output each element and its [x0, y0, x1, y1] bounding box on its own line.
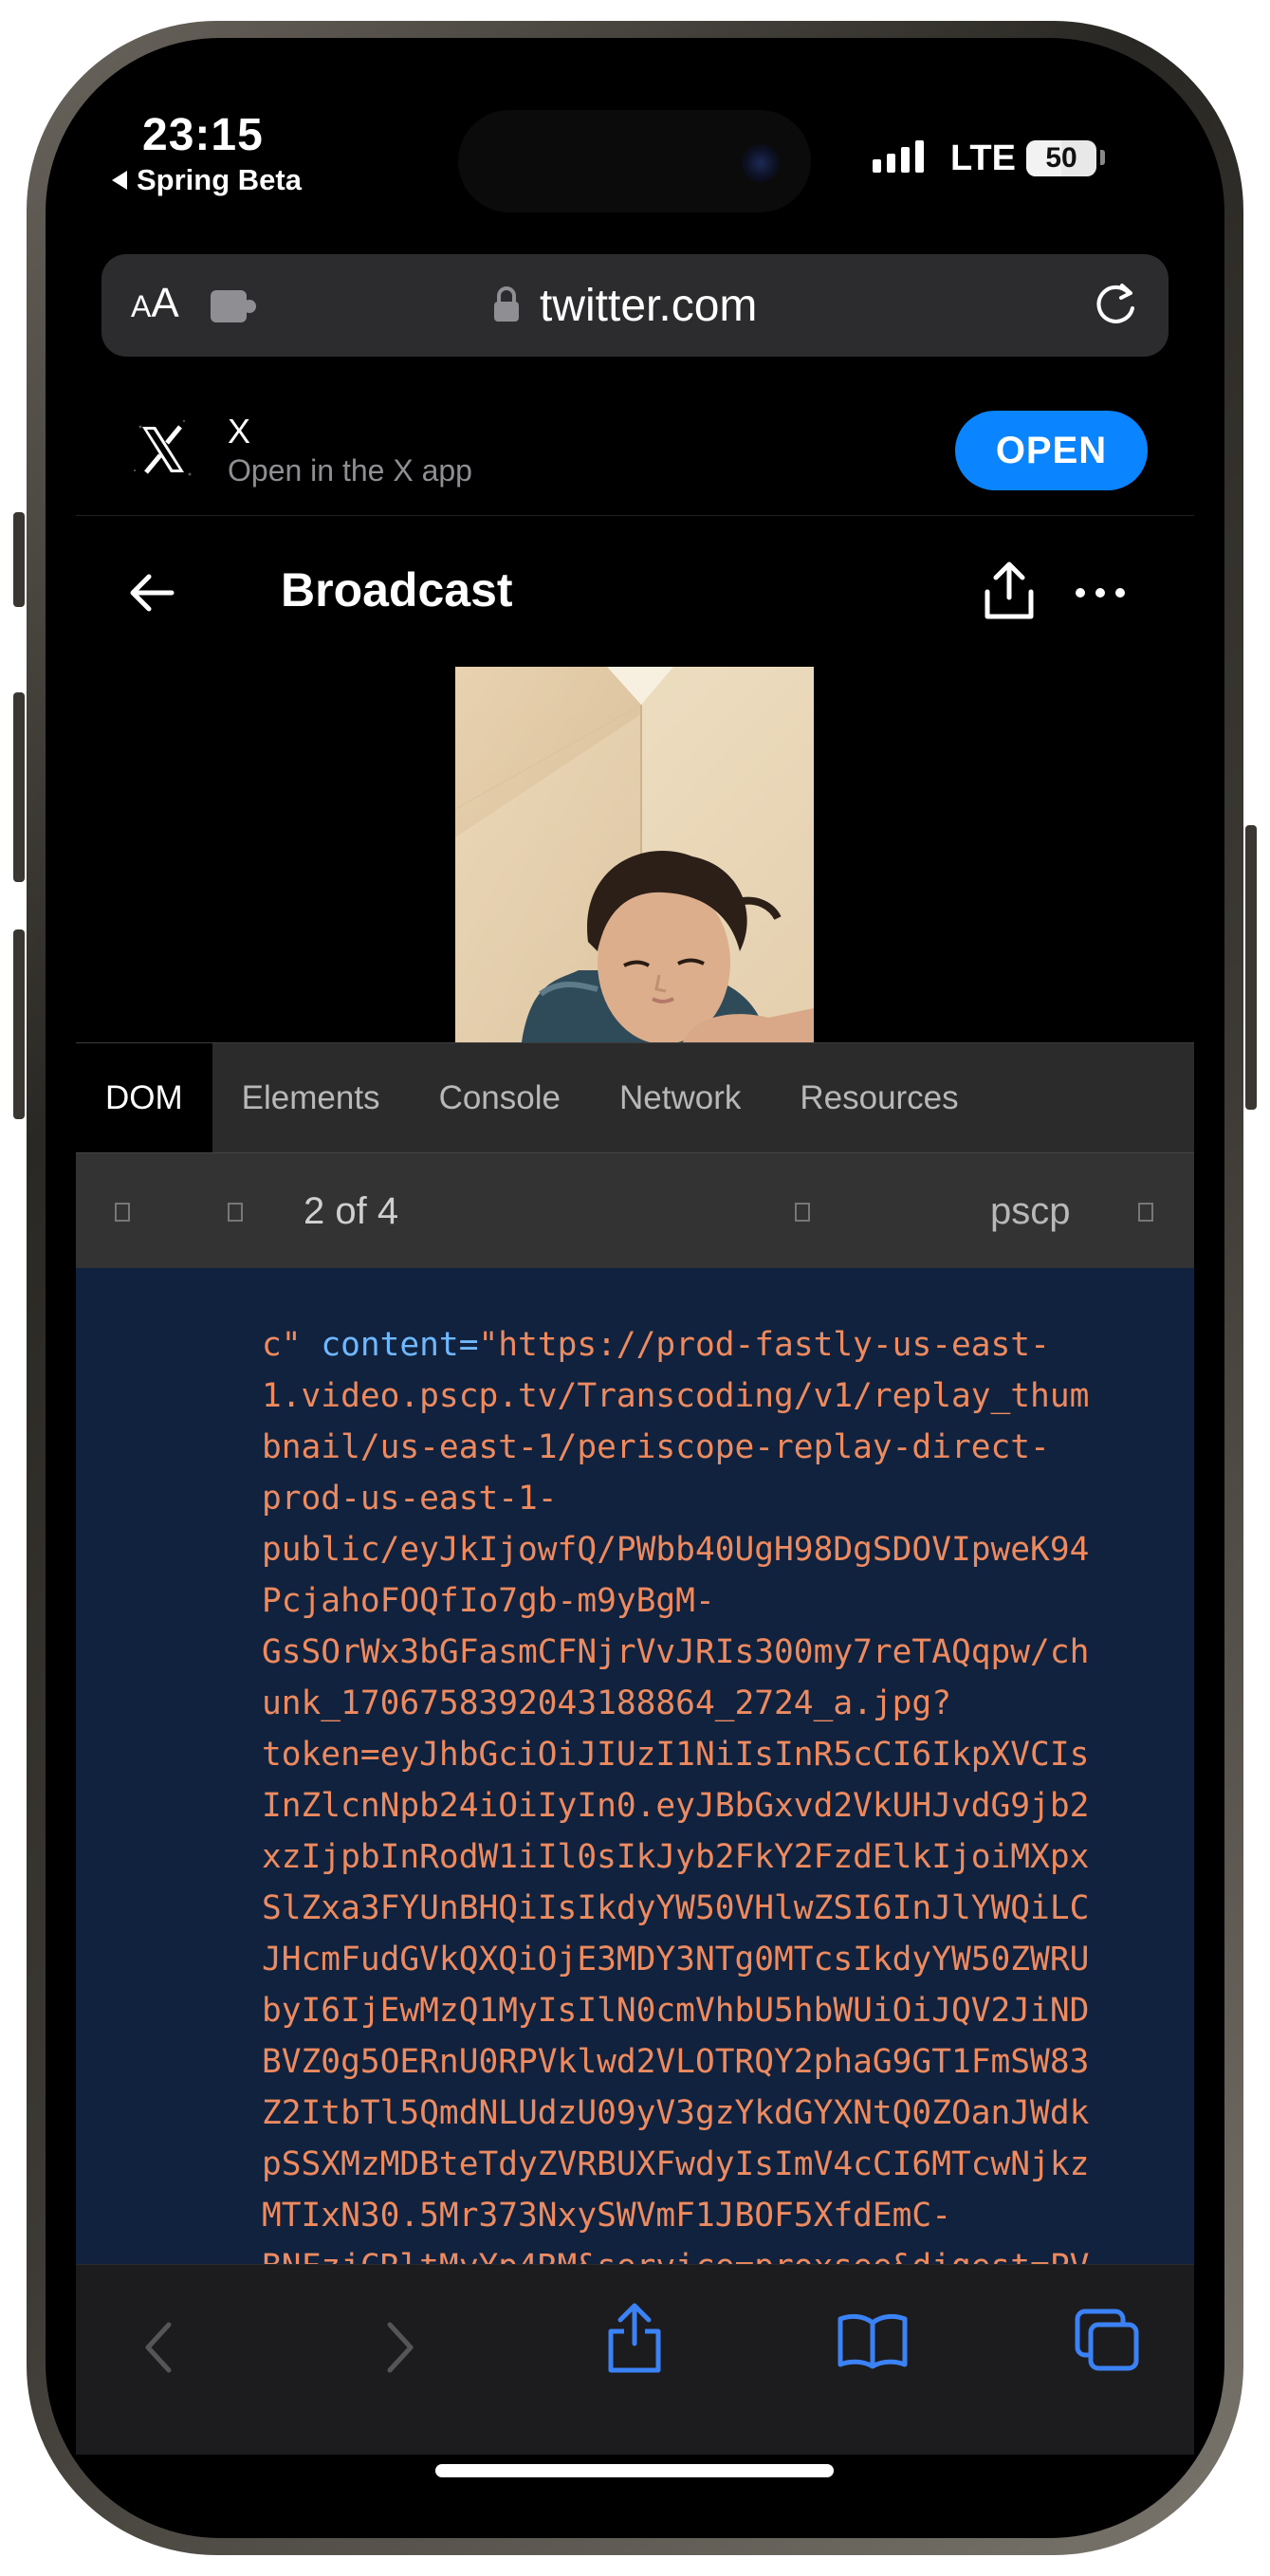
code-attr-value: "https://prod-fastly-us-east- [478, 1326, 1050, 1364]
action-button [13, 512, 25, 607]
code-line: BNFzjCRltMyYp4RM&service=proxsee&digest=… [262, 2241, 1191, 2264]
tabs-icon[interactable] [1074, 2308, 1142, 2374]
back-triangle-icon [112, 171, 127, 190]
code-lines: ~ ~ c" content="https://prod-fastly-us-e… [262, 1268, 1191, 2264]
next-match-icon[interactable] [1138, 1203, 1153, 1222]
code-line: SlZxa3FYUnBHQiIsIkdyYW50VHlwZSI6InJlYWQi… [262, 1889, 1090, 1927]
extension-icon[interactable] [211, 290, 256, 322]
code-line: MTIxN30.5Mr373NxySWVmF1JBOF5XfdEmC- [262, 2197, 951, 2235]
battery-percent: 50 [1045, 142, 1077, 174]
broadcast-video[interactable] [455, 667, 814, 1042]
code-line: unk_1706758392043188864_2724_a.jpg? [262, 1684, 951, 1722]
code-line: pSSXMzMDBteTdyZVRBUXFwdyIsImV4cCI6MTcwNj… [262, 2145, 1090, 2183]
close-search-icon[interactable] [115, 1203, 130, 1222]
status-time: 23:15 [142, 110, 264, 160]
clipped-code-line: ~ ~ [262, 1268, 774, 1287]
code-line: InZlcnNpb24iOiIyIn0.eyJBbGxvd2VkUHJvdG9j… [262, 1787, 1090, 1825]
volume-down-button [13, 929, 25, 1119]
front-camera [742, 144, 780, 182]
battery-cap [1100, 150, 1105, 165]
share-icon[interactable] [982, 560, 1037, 622]
tab-console[interactable]: Console [410, 1043, 590, 1153]
dom-code-view[interactable]: ~ ~ c" content="https://prod-fastly-us-e… [76, 1268, 1194, 2264]
bookmarks-icon[interactable] [837, 2311, 909, 2370]
code-line: BVZ0g5OERnU0RPVklwd2VLOTRQY2phaG9GT1FmSW… [262, 2043, 1090, 2081]
power-button [1245, 825, 1257, 1110]
search-option-icon[interactable] [228, 1203, 243, 1222]
devtools-tab-bar: DOM Elements Console Network Resources [76, 1042, 1194, 1153]
back-app-label: Spring Beta [137, 163, 302, 196]
code-line: PcjahoFOQfIo7gb-m9yBgM- [262, 1582, 715, 1620]
code-line: prod-us-east-1- [262, 1480, 558, 1518]
tab-dom[interactable]: DOM [76, 1043, 212, 1153]
code-line: bnail/us-east-1/periscope-replay-direct- [262, 1428, 1050, 1466]
text-size-small: A [131, 289, 152, 323]
tab-network[interactable]: Network [590, 1043, 770, 1153]
code-prefix: c" [262, 1326, 322, 1364]
code-line: xzIjpbInRodW1iIl0sIkJyb2FkY2FzdElkIjoiMX… [262, 1838, 1090, 1876]
code-line: byI6IjEwMzQ1MyIsIlN0cmVhbU5hbWUiOiJQV2Ji… [262, 1992, 1090, 2030]
open-in-app-button[interactable]: OPEN [955, 411, 1148, 490]
volume-up-button [13, 692, 25, 882]
page-settings-button[interactable]: AA [131, 280, 179, 327]
tab-elements[interactable]: Elements [212, 1043, 410, 1153]
url-text[interactable]: twitter.com [540, 280, 757, 332]
page-title: Broadcast [281, 563, 513, 616]
banner-subtitle: Open in the X app [228, 453, 472, 488]
network-type: LTE [950, 138, 1016, 178]
banner-app-name: X [228, 412, 251, 451]
code-line: GsSOrWx3bGFasmCFNjrVvJRIs300my7reTAQqpw/… [262, 1633, 1090, 1671]
battery-icon: 50 [1026, 140, 1096, 176]
lock-icon [494, 286, 519, 322]
code-line: c" content="https://prod-fastly-us-east- [262, 1319, 1191, 1371]
text-size-large: A [151, 280, 179, 326]
code-line: public/eyJkIjowfQ/PWbb40UgH98DgSDOVIpweK… [262, 1531, 1090, 1569]
code-line: Z2ItbTl5QmdNLUdzU09yV3gzYkdGYXNtQ0ZOanJW… [262, 2094, 1090, 2132]
code-body: 1.video.pscp.tv/Transcoding/v1/replay_th… [262, 1371, 1191, 2264]
x-logo-icon [121, 408, 205, 491]
search-input[interactable]: pscp [990, 1190, 1071, 1233]
reload-icon[interactable] [1091, 280, 1140, 329]
back-chevron-icon[interactable] [142, 2319, 175, 2376]
back-to-app-link[interactable]: Spring Beta [112, 163, 302, 197]
share-sheet-icon[interactable] [605, 2300, 664, 2376]
code-line: token=eyJhbGciOiJIUzI1NiIsInR5cCI6IkpXVC… [262, 1736, 1090, 1774]
home-indicator[interactable] [435, 2464, 834, 2477]
cellular-signal-icon [873, 140, 924, 173]
code-attr-name: content= [321, 1326, 479, 1364]
code-line: 1.video.pscp.tv/Transcoding/v1/replay_th… [262, 1377, 1090, 1415]
code-line: JHcmFudGVkQXQiOjE3MDY3NTg0MTcsIkdyYW50ZW… [262, 1941, 1090, 1978]
forward-chevron-icon[interactable] [384, 2319, 416, 2376]
search-match-count: 2 of 4 [304, 1190, 399, 1232]
tab-resources[interactable]: Resources [770, 1043, 987, 1153]
back-arrow-icon[interactable] [126, 567, 177, 618]
more-options-icon[interactable] [1072, 579, 1129, 607]
previous-match-icon[interactable] [795, 1203, 810, 1222]
